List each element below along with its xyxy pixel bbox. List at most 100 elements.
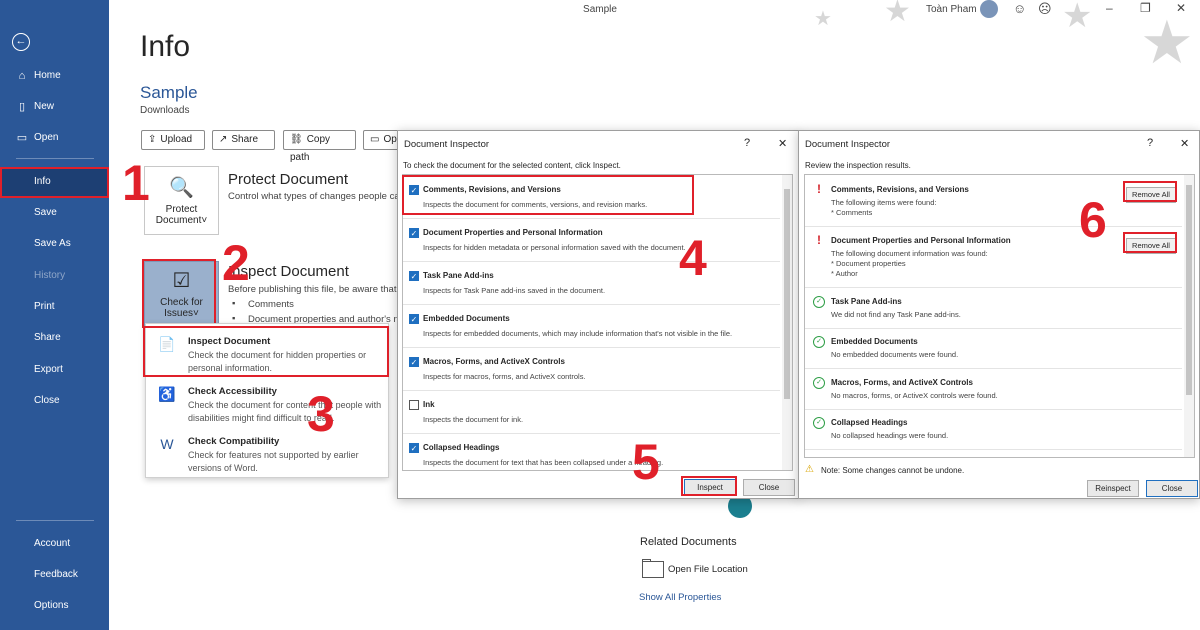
sidebar-item-print[interactable]: Print — [0, 292, 109, 322]
close-window-icon[interactable]: ✕ — [1176, 1, 1186, 15]
divider — [403, 218, 780, 219]
check-circle-icon: ✓ — [813, 377, 825, 389]
result-item: ✓ Collapsed Headings No collapsed headin… — [805, 414, 1182, 448]
close-button[interactable]: Close — [1146, 480, 1198, 497]
divider — [403, 347, 780, 348]
lock-search-icon: 🔍 — [169, 177, 194, 199]
item-desc: Inspects for hidden metadata or personal… — [423, 243, 686, 252]
divider — [805, 409, 1182, 410]
sidebar-item-label: Options — [34, 600, 69, 611]
checkbox-checked-icon[interactable]: ✓ — [409, 443, 419, 453]
chevron-down-icon: ˅ — [201, 215, 208, 226]
close-icon[interactable]: ✕ — [778, 137, 787, 150]
menu-item-check-accessibility[interactable]: ♿ Check Accessibility Check the document… — [146, 380, 390, 428]
inspect-bullet: Comments — [248, 299, 294, 310]
folder-open-icon: ▭ — [16, 132, 28, 144]
star-decoration-icon: ★ — [1062, 0, 1093, 35]
sidebar-item-label: Home — [34, 70, 61, 81]
dialog-instructions: To check the document for the selected c… — [403, 161, 621, 170]
upload-button[interactable]: ⇪ Upload — [141, 130, 205, 150]
result-detail: * Comments — [831, 208, 873, 217]
highlight-box-step-2 — [142, 259, 216, 328]
checkbox-checked-icon[interactable]: ✓ — [409, 228, 419, 238]
list-item[interactable]: ✓ Macros, Forms, and ActiveX Controls In… — [403, 353, 780, 389]
menu-item-check-compatibility[interactable]: W Check Compatibility Check for features… — [146, 430, 390, 478]
divider — [805, 226, 1182, 227]
upload-label: Upload — [160, 134, 193, 145]
checkbox-checked-icon[interactable]: ✓ — [409, 357, 419, 367]
scrollbar[interactable] — [1184, 175, 1194, 457]
menu-item-desc: Check for features not supported by earl… — [188, 450, 359, 473]
star-decoration-icon: ★ — [814, 8, 832, 30]
inspection-options-list: ✓ Comments, Revisions, and Versions Insp… — [402, 174, 793, 471]
share-button[interactable]: ↗ Share — [212, 130, 275, 150]
result-detail: * Author — [831, 269, 858, 278]
sidebar-item-feedback[interactable]: Feedback — [0, 560, 109, 590]
document-location: Downloads — [140, 105, 190, 116]
list-item[interactable]: ✓ Task Pane Add-ins Inspects for Task Pa… — [403, 267, 780, 303]
checkbox-checked-icon[interactable]: ✓ — [409, 314, 419, 324]
sidebar-item-account[interactable]: Account — [0, 529, 109, 559]
sidebar-item-label: Close — [34, 395, 60, 406]
item-title: Ink — [423, 400, 435, 409]
reinspect-button[interactable]: Reinspect — [1087, 480, 1139, 497]
result-title: Task Pane Add-ins — [831, 297, 902, 306]
list-item[interactable]: ✓ Document Properties and Personal Infor… — [403, 224, 780, 260]
help-icon[interactable]: ? — [1147, 137, 1153, 149]
back-arrow-icon[interactable]: ← — [12, 33, 30, 51]
minimize-icon[interactable]: – — [1106, 1, 1113, 15]
sidebar-item-home[interactable]: ⌂ Home — [0, 61, 109, 91]
scroll-thumb[interactable] — [784, 189, 790, 399]
result-detail: No collapsed headings were found. — [831, 431, 949, 440]
close-button[interactable]: Close — [743, 479, 795, 496]
list-item[interactable]: ✓ Collapsed Headings Inspects the docume… — [403, 439, 780, 470]
protect-section-desc: Control what types of changes people ca — [228, 191, 400, 202]
sidebar-item-label: Export — [34, 364, 63, 375]
link-icon: ⛓ — [290, 134, 303, 145]
result-title: Embedded Documents — [831, 337, 918, 346]
list-item[interactable]: ✓ Embedded Documents Inspects for embedd… — [403, 310, 780, 346]
protect-document-button[interactable]: 🔍 Protect Document˅ — [144, 166, 219, 235]
sidebar-item-save[interactable]: Save — [0, 198, 109, 228]
sidebar-item-close[interactable]: Close — [0, 386, 109, 416]
star-decoration-icon: ★ — [1140, 9, 1194, 76]
sidebar-item-label: New — [34, 101, 55, 112]
list-item[interactable]: Ink Inspects the document for ink. — [403, 396, 780, 432]
checkbox-unchecked-icon[interactable] — [409, 400, 419, 410]
divider — [805, 287, 1182, 288]
sidebar-item-options[interactable]: Options — [0, 591, 109, 621]
copy-path-button[interactable]: ⛓ Copy path — [283, 130, 356, 163]
folder-icon: ▭ — [370, 134, 380, 145]
user-name[interactable]: Toàn Pham — [926, 4, 977, 15]
sidebar-item-export[interactable]: Export — [0, 355, 109, 385]
highlight-box-step-3 — [143, 326, 389, 377]
dialog-instructions: Review the inspection results. — [805, 161, 911, 170]
scroll-thumb[interactable] — [1186, 185, 1192, 395]
scrollbar[interactable] — [782, 175, 792, 470]
sidebar-divider — [16, 520, 94, 521]
highlight-box-step-6 — [1123, 232, 1177, 253]
checkbox-checked-icon[interactable]: ✓ — [409, 271, 419, 281]
close-icon[interactable]: ✕ — [1180, 137, 1189, 150]
show-all-properties-link[interactable]: Show All Properties — [639, 592, 721, 603]
sidebar-item-share[interactable]: Share — [0, 323, 109, 353]
step-number-2: 2 — [222, 235, 250, 291]
sidebar-item-label: Open — [34, 132, 59, 143]
sidebar-item-new[interactable]: ▯ New — [0, 92, 109, 122]
document-name: Sample — [140, 83, 198, 102]
open-file-location-link[interactable]: Open File Location — [668, 564, 748, 575]
folder-icon — [642, 561, 664, 578]
restore-icon[interactable]: ❐ — [1140, 1, 1151, 15]
sidebar-item-save-as[interactable]: Save As — [0, 229, 109, 259]
help-icon[interactable]: ? — [744, 137, 750, 149]
sidebar-item-info[interactable]: Info — [0, 167, 109, 198]
sidebar-item-open[interactable]: ▭ Open — [0, 123, 109, 153]
smile-feedback-icon[interactable]: ☺ — [1013, 1, 1026, 16]
sidebar-item-label: Print — [34, 301, 55, 312]
dialog-title: Document Inspector — [805, 139, 891, 150]
sidebar-item-history: History — [0, 261, 109, 291]
check-circle-icon: ✓ — [813, 417, 825, 429]
avatar[interactable] — [980, 0, 998, 18]
frown-feedback-icon[interactable]: ☹ — [1038, 1, 1052, 17]
step-number-4: 4 — [679, 230, 707, 286]
